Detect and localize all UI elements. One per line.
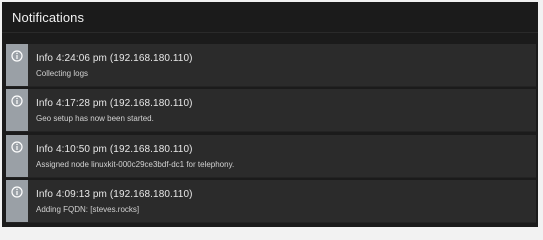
notification-message: Adding FQDN: [steves.rocks] [36,205,140,214]
info-icon [11,95,23,107]
notification-item[interactable]: Info 4:09:13 pm (192.168.180.110) Adding… [6,180,536,223]
panel-header: Notifications [2,2,538,33]
notification-headline: Info 4:10:50 pm (192.168.180.110) [36,144,193,155]
notification-severity-stripe [6,44,28,86]
notification-severity-stripe [6,180,28,222]
notification-severity-stripe [6,89,28,131]
info-icon [11,186,23,198]
panel-title: Notifications [12,10,85,25]
notification-headline: Info 4:17:28 pm (192.168.180.110) [36,98,193,109]
notification-item[interactable]: Info 4:10:50 pm (192.168.180.110) Assign… [6,135,536,178]
info-icon [11,141,23,153]
notification-severity-stripe [6,135,28,177]
notification-item[interactable]: Info 4:17:28 pm (192.168.180.110) Geo se… [6,89,536,132]
notification-message: Assigned node linuxkit-000c29ce3bdf-dc1 … [36,160,235,169]
notification-message: Geo setup has now been started. [36,114,154,123]
notification-headline: Info 4:24:06 pm (192.168.180.110) [36,53,193,64]
notifications-panel: Notifications Info 4:24:06 pm (192.168.1… [2,2,538,227]
info-icon [11,50,23,62]
notification-message: Collecting logs [36,69,89,78]
notification-headline: Info 4:09:13 pm (192.168.180.110) [36,189,193,200]
notification-item[interactable]: Info 4:24:06 pm (192.168.180.110) Collec… [6,44,536,87]
